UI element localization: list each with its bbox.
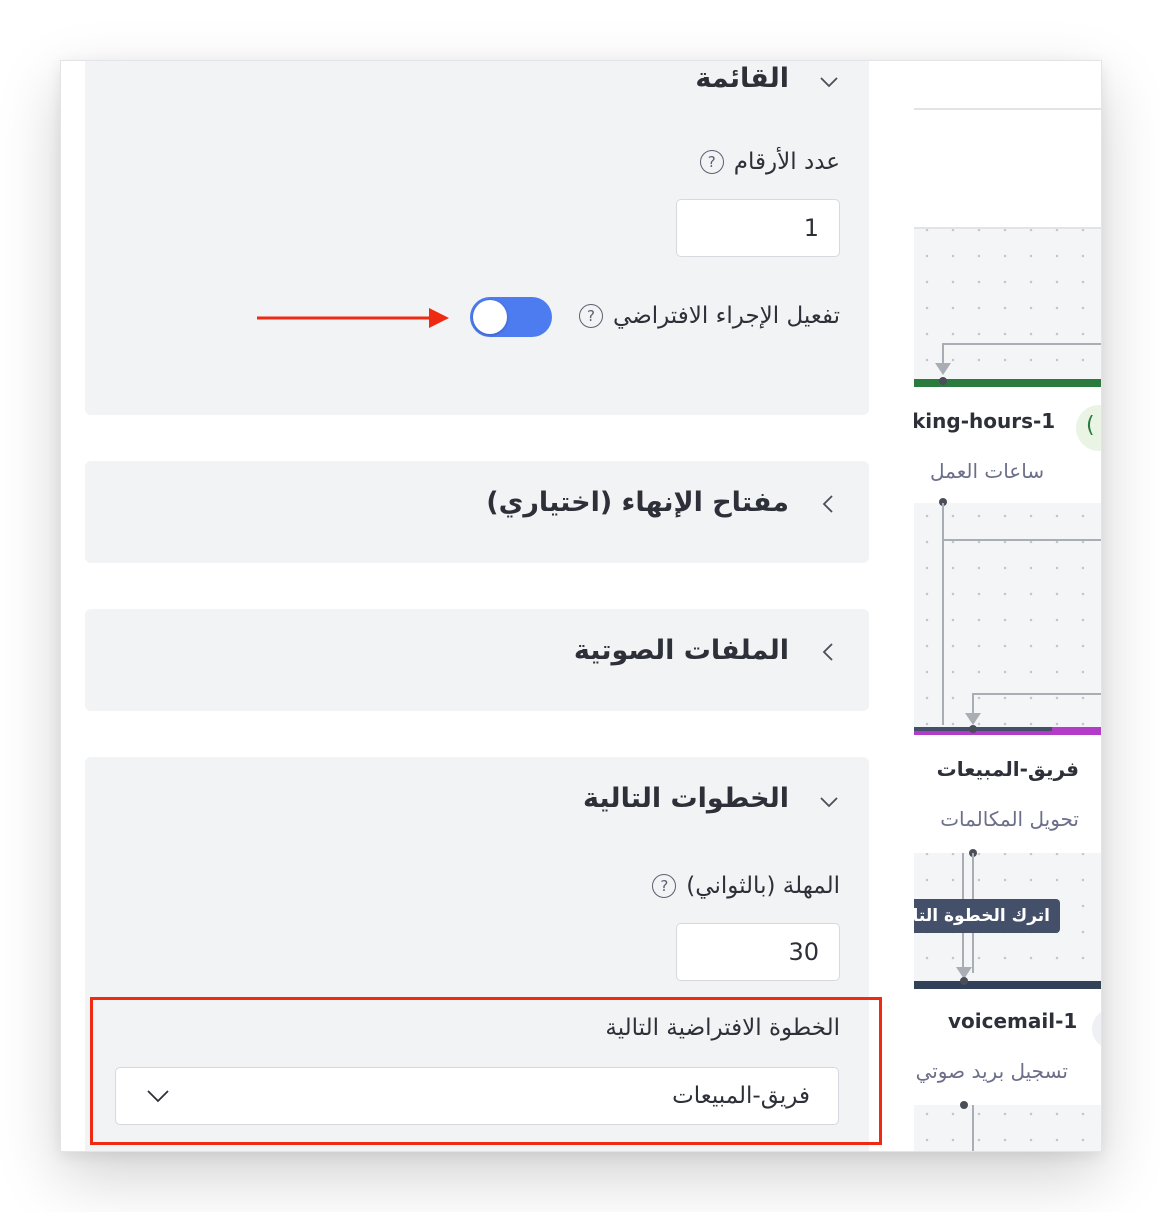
- connector-dot: [960, 977, 968, 985]
- flow-canvas[interactable]: king-hours-1 ( ساعات العمل فريق-المبيعات…: [914, 61, 1101, 1151]
- chevron-left-icon[interactable]: [818, 493, 840, 515]
- connector-dot: [939, 377, 947, 385]
- divider: [914, 227, 1101, 229]
- node-title: voicemail-1: [948, 1009, 1078, 1033]
- node-subtitle: ساعات العمل: [930, 459, 1045, 483]
- connector-dot: [969, 725, 977, 733]
- next-steps-section-title: الخطوات التالية: [583, 783, 789, 814]
- node-subtitle: تسجيل بريد صوتي: [915, 1059, 1068, 1083]
- connector: [942, 503, 944, 725]
- connector-dot: [960, 1101, 968, 1109]
- timeout-input[interactable]: 30: [676, 923, 840, 981]
- chevron-down-icon[interactable]: [818, 791, 840, 813]
- canvas-header-area: [914, 61, 1101, 229]
- arrow-down-icon: [935, 363, 951, 375]
- list-section-title: القائمة: [695, 63, 789, 94]
- annotation-highlight-box: [90, 997, 882, 1145]
- node-icon: [1092, 1009, 1101, 1049]
- clock-icon: (: [1076, 405, 1101, 451]
- help-icon[interactable]: ?: [579, 304, 604, 328]
- default-action-toggle[interactable]: [470, 297, 552, 337]
- termination-section[interactable]: مفتاح الإنهاء (اختياري): [85, 461, 869, 563]
- digits-input[interactable]: 1: [676, 199, 840, 257]
- connector: [972, 693, 1101, 695]
- termination-section-title: مفتاح الإنهاء (اختياري): [486, 487, 789, 518]
- node-color-bar: [914, 981, 1101, 989]
- audio-section-title: الملفات الصوتية: [573, 635, 789, 666]
- audio-section[interactable]: الملفات الصوتية: [85, 609, 869, 711]
- flow-node-working-hours[interactable]: king-hours-1 ( ساعات العمل: [914, 379, 1101, 503]
- help-icon[interactable]: ?: [699, 150, 724, 174]
- chevron-left-icon[interactable]: [818, 641, 840, 663]
- connector: [942, 343, 1101, 345]
- flow-node-voicemail[interactable]: voicemail-1 تسجيل بريد صوتي: [914, 981, 1101, 1105]
- app-window: القائمة عدد الأرقام ? 1 تفعيل الإجراء ال…: [60, 60, 1102, 1152]
- list-section: القائمة عدد الأرقام ? 1 تفعيل الإجراء ال…: [85, 61, 869, 415]
- digits-label: عدد الأرقام ?: [699, 149, 840, 175]
- skip-next-step-chip[interactable]: اترك الخطوة التالية: [914, 899, 1060, 933]
- settings-panel: القائمة عدد الأرقام ? 1 تفعيل الإجراء ال…: [61, 61, 914, 1151]
- node-color-bar: [914, 727, 1052, 731]
- toggle-knob: [473, 300, 507, 334]
- node-title: king-hours-1: [914, 409, 1056, 433]
- arrow-down-icon: [965, 713, 981, 725]
- help-icon[interactable]: ?: [652, 874, 677, 898]
- flow-node-sales-team[interactable]: فريق-المبيعات تحويل المكالمات: [914, 727, 1101, 853]
- annotation-arrow-icon: [257, 308, 449, 328]
- connector: [972, 1105, 974, 1151]
- connector: [942, 539, 1101, 541]
- default-action-label: تفعيل الإجراء الافتراضي ?: [579, 303, 840, 329]
- node-subtitle: تحويل المكالمات: [940, 807, 1079, 831]
- node-title: فريق-المبيعات: [936, 757, 1079, 781]
- timeout-label: المهلة (بالثواني) ?: [652, 873, 840, 899]
- divider: [914, 108, 1101, 110]
- chevron-down-icon[interactable]: [818, 71, 840, 93]
